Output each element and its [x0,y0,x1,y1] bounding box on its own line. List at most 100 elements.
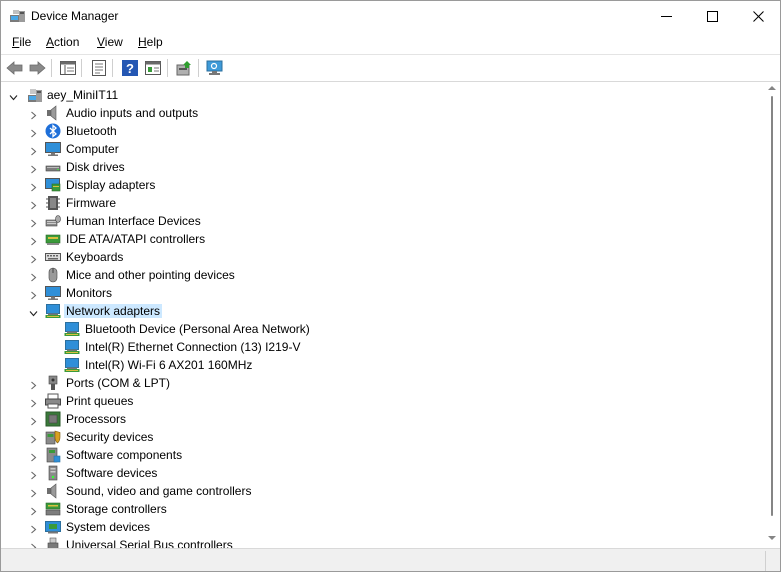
chevron-right-icon[interactable] [29,181,38,192]
chevron-right-icon[interactable] [29,487,38,498]
chevron-right-icon[interactable] [29,235,38,246]
chevron-right-icon[interactable] [29,523,38,534]
console-tree-button[interactable] [59,59,77,77]
maximize-button[interactable] [689,1,735,31]
chevron-right-icon[interactable] [29,541,38,548]
chevron-right-icon[interactable] [29,289,38,300]
chevron-right-icon[interactable] [29,271,38,282]
tree-device[interactable]: Intel(R) Ethernet Connection (13) I219-V [1,338,761,356]
chevron-right-icon[interactable] [29,505,38,516]
device-manager-icon [10,9,26,23]
chevron-right-icon[interactable] [29,451,38,462]
chevron-right-icon[interactable] [29,415,38,426]
security-device-icon [45,429,61,445]
tree-category[interactable]: Display adapters [1,176,761,194]
hid-icon [45,213,61,229]
window-title: Device Manager [31,9,119,23]
vertical-scrollbar[interactable] [765,82,780,548]
chevron-right-icon[interactable] [29,199,38,210]
back-button[interactable] [6,59,24,77]
tree-category-label: Software devices [66,466,158,480]
tree-category-label: Firmware [66,196,116,210]
scan-hardware-button[interactable] [206,59,224,77]
update-driver-icon [176,61,191,76]
network-adapter-icon [45,303,61,319]
network-adapter-icon [64,339,80,355]
tree-category[interactable]: Sound, video and game controllers [1,482,761,500]
toolbar-separator [167,59,168,77]
device-tree[interactable]: aey_MiniIT11 Audio inputs and outputs Blue… [1,82,765,548]
tree-category-label: Processors [66,412,127,426]
help-button[interactable]: ? [121,59,139,77]
chevron-down-icon[interactable] [9,91,18,101]
tree-category[interactable]: Firmware [1,194,761,212]
processor-icon [45,411,61,427]
scrollbar-thumb[interactable] [771,96,773,516]
tree-device[interactable]: Intel(R) Wi-Fi 6 AX201 160MHz [1,356,761,374]
tree-category[interactable]: Computer [1,140,761,158]
update-driver-button[interactable] [175,59,193,77]
tree-category[interactable]: Keyboards [1,248,761,266]
chevron-down-icon[interactable] [29,307,38,317]
tree-category[interactable]: Print queues [1,392,761,410]
menu-view[interactable]: View [97,35,123,49]
tree-category[interactable]: Human Interface Devices [1,212,761,230]
tree-category[interactable]: Ports (COM & LPT) [1,374,761,392]
tree-category-label: Software components [66,448,183,462]
tree-category[interactable]: Bluetooth [1,122,761,140]
properties-button[interactable] [90,59,108,77]
chevron-right-icon[interactable] [29,253,38,264]
ide-controller-icon [45,231,61,247]
toolbar-separator [81,59,82,77]
minimize-button[interactable] [643,1,689,31]
tree-category-label: Universal Serial Bus controllers [66,538,233,548]
tree-category[interactable]: IDE ATA/ATAPI controllers [1,230,761,248]
menu-view-label: iew [104,35,123,49]
tree-category[interactable]: Audio inputs and outputs [1,104,761,122]
chevron-right-icon[interactable] [29,433,38,444]
menu-action[interactable]: Action [46,35,79,49]
close-button[interactable] [735,1,780,31]
show-hidden-icon [145,61,161,75]
menu-view-access-key: V [97,35,105,49]
chevron-right-icon[interactable] [29,397,38,408]
chevron-right-icon[interactable] [29,127,38,138]
tree-category[interactable]: System devices [1,518,761,536]
tree-root[interactable]: aey_MiniIT11 [1,86,761,104]
tree-category[interactable]: Processors [1,410,761,428]
software-device-icon [45,465,61,481]
status-bar [1,548,780,571]
chevron-right-icon[interactable] [29,109,38,120]
forward-button[interactable] [28,59,46,77]
tree-category[interactable]: Security devices [1,428,761,446]
display-adapter-icon [45,177,61,193]
disk-drive-icon [45,159,61,175]
keyboard-icon [45,249,61,265]
chevron-right-icon[interactable] [29,217,38,228]
storage-controller-icon [45,501,61,517]
tree-category-label: Computer [66,142,119,156]
tree-category[interactable]: Network adapters [1,302,761,320]
show-hidden-button[interactable] [144,59,162,77]
menu-help[interactable]: Help [138,35,163,49]
menu-file[interactable]: File [12,35,31,49]
chevron-right-icon[interactable] [29,379,38,390]
printer-icon [45,393,61,409]
tree-category-label: Sound, video and game controllers [66,484,252,498]
chevron-right-icon[interactable] [29,163,38,174]
tree-category[interactable]: Disk drives [1,158,761,176]
chevron-right-icon[interactable] [29,469,38,480]
tree-device[interactable]: Bluetooth Device (Personal Area Network) [1,320,761,338]
help-icon: ? [122,60,138,76]
tree-category-label: Audio inputs and outputs [66,106,199,120]
network-adapter-icon [64,321,80,337]
tree-category[interactable]: Software components [1,446,761,464]
tree-category[interactable]: Mice and other pointing devices [1,266,761,284]
chevron-right-icon[interactable] [29,145,38,156]
tree-category[interactable]: Universal Serial Bus controllers [1,536,761,548]
tree-category[interactable]: Storage controllers [1,500,761,518]
tree-category[interactable]: Software devices [1,464,761,482]
back-arrow-icon [6,61,23,75]
title-bar[interactable]: Device Manager [1,1,780,31]
tree-category[interactable]: Monitors [1,284,761,302]
